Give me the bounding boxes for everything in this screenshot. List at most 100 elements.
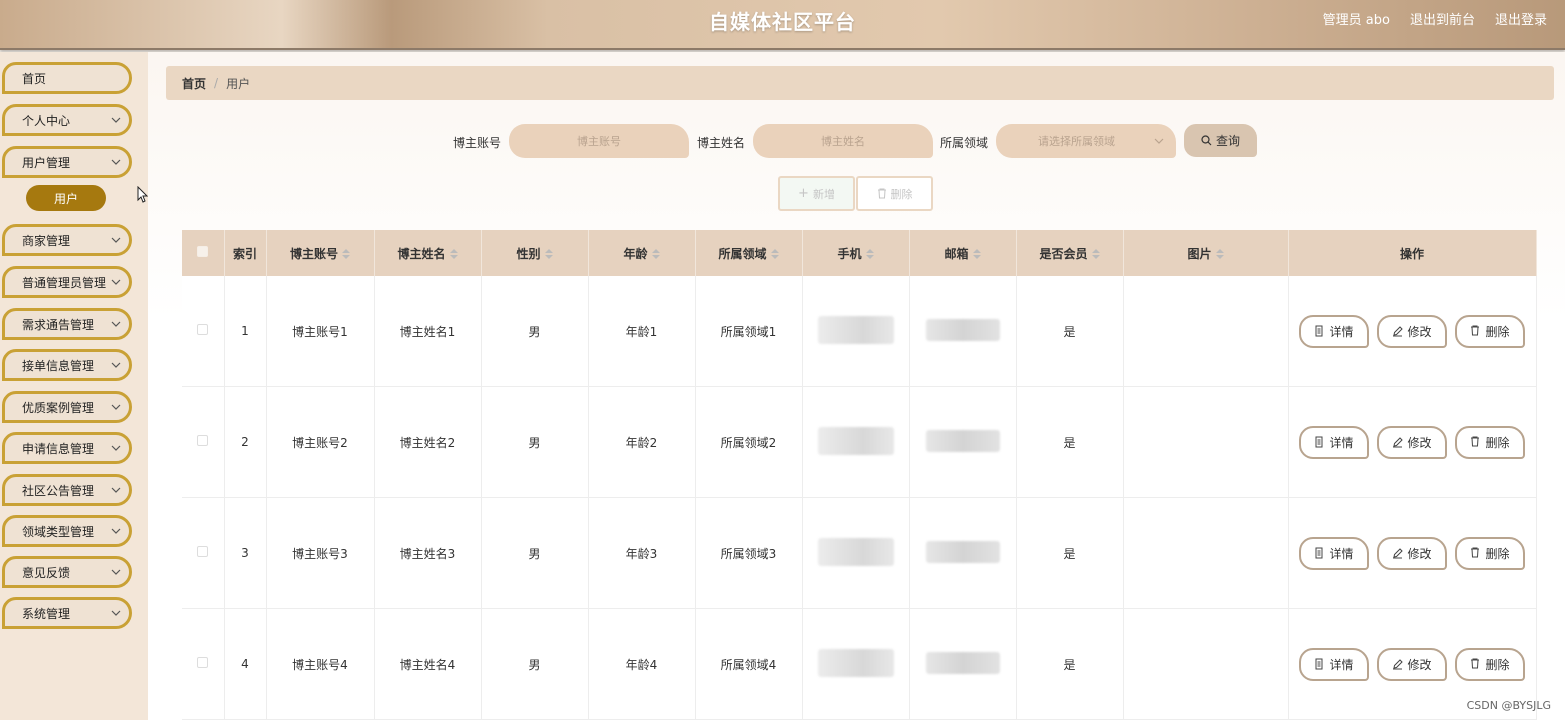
sidebar-item-label: 需求通告管理 [22, 317, 95, 332]
trash-icon [1471, 547, 1480, 558]
column-header-label: 手机 [837, 246, 862, 261]
column-header-label: 操作 [1399, 246, 1424, 261]
chevron-down-icon [111, 237, 121, 243]
column-header[interactable]: 博主姓名 [374, 230, 482, 276]
detail-button[interactable]: 详情 [1299, 425, 1369, 459]
select-all-cell[interactable] [182, 230, 225, 276]
column-header[interactable]: 性别 [481, 230, 589, 276]
table-cell: 博主账号2 [266, 386, 375, 499]
exit-to-front-link[interactable]: 退出到前台 [1410, 9, 1475, 28]
sidebar-item-3[interactable]: 商家管理 [2, 224, 132, 256]
sidebar-item-label: 申请信息管理 [22, 441, 95, 456]
add-button[interactable]: + 新增 [778, 176, 855, 211]
batch-delete-button[interactable]: 删除 [856, 176, 933, 211]
query-button[interactable]: 查询 [1184, 124, 1257, 157]
breadcrumb: 首页 / 用户 [166, 66, 1554, 100]
phone-redacted [817, 648, 894, 677]
edit-button[interactable]: 修改 [1377, 536, 1447, 570]
sidebar-subitem-user[interactable]: 用户 [26, 185, 106, 211]
select-all-checkbox[interactable] [197, 246, 209, 257]
table-row[interactable]: 2 博主账号2 博主姓名2 男年龄2 所属领域2 是 详情 修改 删除 [182, 386, 1537, 499]
table-cell: 博主姓名4 [374, 608, 482, 720]
delete-button[interactable]: 删除 [1455, 536, 1525, 570]
breadcrumb-home[interactable]: 首页 [182, 75, 206, 92]
column-header[interactable]: 博主账号 [266, 230, 375, 276]
table-cell [1123, 276, 1289, 388]
edit-label: 修改 [1407, 657, 1432, 672]
detail-button[interactable]: 详情 [1299, 314, 1369, 348]
row-checkbox[interactable] [197, 324, 209, 336]
sort-icon[interactable] [1091, 249, 1100, 259]
top-header: 自媒体社区平台 管理员 abo 退出到前台 退出登录 [0, 0, 1565, 50]
detail-button[interactable]: 详情 [1299, 647, 1369, 681]
column-header[interactable]: 手机 [802, 230, 910, 276]
sidebar-item-0[interactable]: 首页 [2, 62, 132, 94]
table-cell: 所属领域1 [695, 276, 803, 388]
account-input[interactable]: 博主账号 [509, 124, 689, 158]
sidebar-item-11[interactable]: 意见反馈 [2, 556, 132, 588]
sidebar-item-9[interactable]: 社区公告管理 [2, 474, 132, 506]
sidebar-item-label: 优质案例管理 [22, 400, 95, 415]
edit-button[interactable]: 修改 [1377, 425, 1447, 459]
sort-icon[interactable] [1215, 249, 1224, 259]
document-icon [1315, 436, 1323, 448]
row-checkbox[interactable] [197, 546, 209, 558]
plus-icon: + [798, 186, 809, 201]
delete-button[interactable]: 删除 [1455, 425, 1525, 459]
sort-icon[interactable] [342, 249, 350, 259]
delete-button[interactable]: 删除 [1455, 314, 1525, 348]
name-label: 博主姓名 [697, 136, 746, 150]
sidebar-item-2[interactable]: 用户管理 [2, 146, 132, 178]
pencil-icon [1393, 659, 1404, 670]
row-checkbox[interactable] [197, 657, 209, 669]
sidebar-item-5[interactable]: 需求通告管理 [2, 308, 132, 340]
sidebar-item-10[interactable]: 领域类型管理 [2, 515, 132, 547]
sort-icon[interactable] [449, 249, 458, 259]
sort-icon[interactable] [544, 249, 553, 259]
sidebar-item-label: 用户管理 [22, 155, 71, 170]
column-header[interactable]: 所属领域 [695, 230, 803, 276]
delete-label: 删除 [1485, 657, 1510, 672]
table-cell: 男 [481, 276, 589, 388]
sidebar-item-6[interactable]: 接单信息管理 [2, 349, 132, 381]
sidebar-item-1[interactable]: 个人中心 [2, 104, 132, 136]
table-row[interactable]: 4 博主账号4 博主姓名4 男年龄4 所属领域4 是 详情 修改 删除 [182, 608, 1537, 720]
sidebar-item-label: 接单信息管理 [22, 358, 95, 373]
sidebar-item-12[interactable]: 系统管理 [2, 597, 132, 629]
column-header-label: 博主姓名 [397, 246, 446, 261]
column-header[interactable]: 邮箱 [909, 230, 1017, 276]
delete-button[interactable]: 删除 [1455, 647, 1525, 681]
logout-link[interactable]: 退出登录 [1495, 9, 1547, 28]
column-header[interactable]: 是否会员 [1016, 230, 1124, 276]
column-header-label: 图片 [1187, 246, 1212, 261]
sort-icon[interactable] [770, 249, 779, 259]
table-row[interactable]: 3 博主账号3 博主姓名3 男年龄3 所属领域3 是 详情 修改 删除 [182, 497, 1537, 610]
detail-button[interactable]: 详情 [1299, 536, 1369, 570]
sidebar-item-4[interactable]: 普通管理员管理 [2, 266, 132, 298]
email-redacted [925, 540, 1000, 563]
column-header[interactable]: 年龄 [588, 230, 696, 276]
sidebar-item-8[interactable]: 申请信息管理 [2, 432, 132, 464]
account-placeholder: 博主账号 [577, 135, 621, 148]
name-input[interactable]: 博主姓名 [753, 124, 933, 158]
sidebar-item-label: 意见反馈 [22, 565, 71, 580]
row-actions: 详情 修改 删除 [1289, 647, 1536, 681]
sort-icon[interactable] [651, 249, 660, 259]
row-checkbox[interactable] [197, 435, 209, 447]
sort-icon[interactable] [865, 249, 874, 259]
field-select[interactable]: 请选择所属领域 [996, 124, 1176, 158]
column-header[interactable]: 图片 [1123, 230, 1289, 276]
column-header: 操作 [1288, 230, 1537, 276]
email-redacted [925, 318, 1000, 341]
table-cell: 博主账号3 [266, 497, 375, 610]
email-redacted [925, 429, 1000, 452]
table-cell: 是 [1016, 497, 1124, 610]
edit-label: 修改 [1407, 546, 1432, 561]
sort-icon[interactable] [972, 249, 981, 259]
edit-button[interactable]: 修改 [1377, 314, 1447, 348]
table-cell [1123, 386, 1289, 499]
edit-button[interactable]: 修改 [1377, 647, 1447, 681]
table-row[interactable]: 1 博主账号1 博主姓名1 男年龄1 所属领域1 是 详情 修改 删除 [182, 276, 1537, 388]
sidebar-item-7[interactable]: 优质案例管理 [2, 391, 132, 423]
detail-label: 详情 [1329, 657, 1354, 672]
